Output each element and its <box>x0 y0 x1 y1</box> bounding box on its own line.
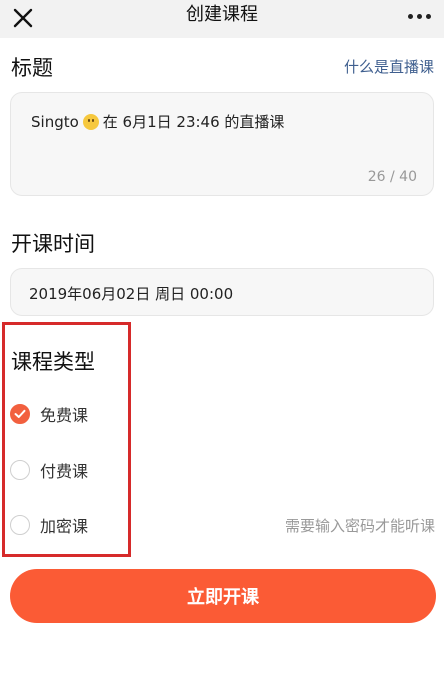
nav-header: 创建课程 <box>0 0 444 38</box>
option-label-encrypted: 加密课 <box>40 517 89 536</box>
title-char-count: 26 / 40 <box>367 169 417 185</box>
password-hint: 需要输入密码才能听课 <box>284 517 435 535</box>
page-title: 创建课程 <box>186 4 258 25</box>
title-section-label: 标题 <box>11 56 53 80</box>
create-course-page: 创建课程 标题 什么是直播课 Singto 在 6月1日 23:46 的直播课 … <box>0 0 444 680</box>
more-dot <box>425 13 431 19</box>
radio-unchecked-icon[interactable] <box>10 460 30 480</box>
title-value-suffix: 在 6月1日 23:46 的直播课 <box>102 113 285 131</box>
more-dots-icon <box>407 13 413 19</box>
radio-checked-icon[interactable] <box>10 404 30 424</box>
more-button[interactable] <box>402 4 436 28</box>
option-encrypted-course[interactable]: 加密课 <box>10 513 88 537</box>
title-value-prefix: Singto <box>31 112 79 131</box>
emoji-icon <box>82 113 99 130</box>
option-free-course[interactable]: 免费课 <box>10 402 88 426</box>
more-dot <box>416 13 422 19</box>
time-section-label: 开课时间 <box>11 232 95 256</box>
course-type-label: 课程类型 <box>11 350 95 374</box>
title-input-box[interactable]: Singto 在 6月1日 23:46 的直播课 26 / 40 <box>10 92 434 196</box>
what-is-live-course-link[interactable]: 什么是直播课 <box>344 56 434 77</box>
title-input-value[interactable]: Singto 在 6月1日 23:46 的直播课 <box>31 111 284 132</box>
option-paid-course[interactable]: 付费课 <box>10 458 88 482</box>
checkmark-icon <box>14 409 26 418</box>
start-time-picker[interactable]: 2019年06月02日 周日 00:00 <box>10 268 434 316</box>
start-time-value: 2019年06月02日 周日 00:00 <box>29 285 234 303</box>
radio-unchecked-icon[interactable] <box>10 515 30 535</box>
start-course-button[interactable]: 立即开课 <box>10 569 436 623</box>
option-label-free: 免费课 <box>40 406 89 425</box>
option-label-paid: 付费课 <box>40 462 89 481</box>
